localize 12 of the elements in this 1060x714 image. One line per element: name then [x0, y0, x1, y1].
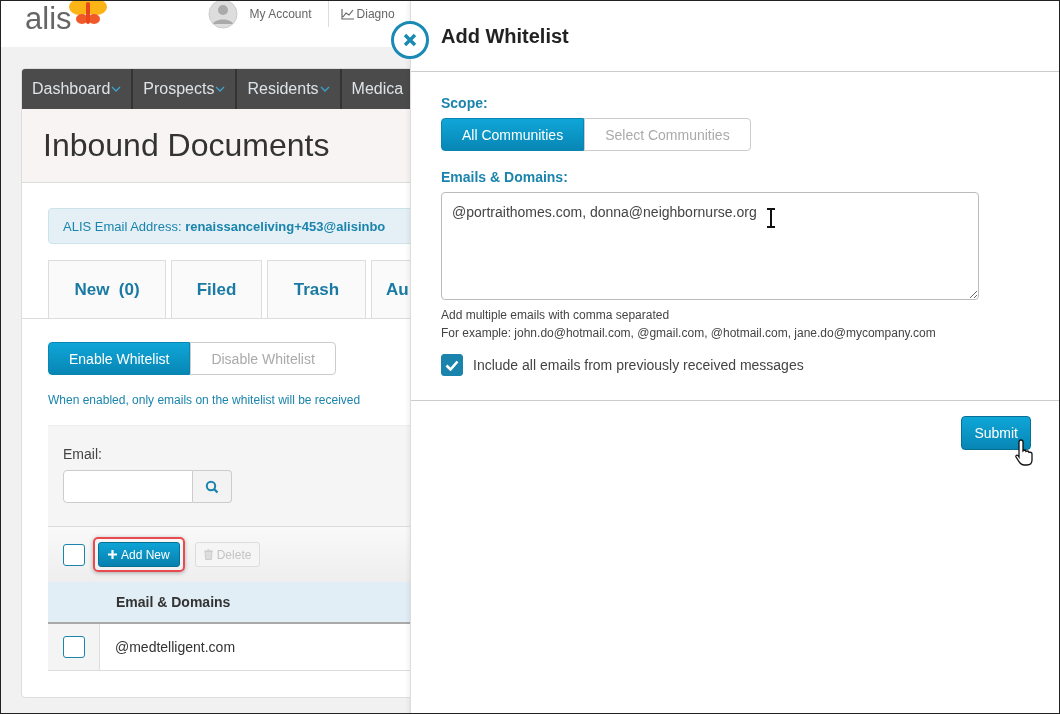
email-address-text: ALIS Email Address: renaissanceliving+453@alisinbo [63, 218, 386, 234]
table-cell: @medtelligent.com [115, 639, 236, 655]
whitelist-note: When enabled, only emails on the whitelist will be received [48, 393, 362, 407]
hint-text: Add multiple emails with comma separated [441, 308, 671, 322]
hint-text: For example: john.do@hotmail.com, @gmail.com, @hotmail.com, jane.do@mycompany.com [441, 326, 937, 340]
scope-label: Scope: [441, 95, 489, 111]
include-label: Include all emails from previously received messages [473, 357, 804, 373]
emails-label: Emails & Domains: [441, 169, 569, 185]
column-header: Email & Domains [116, 594, 231, 610]
drawer-title: Add Whitelist [441, 24, 569, 48]
page-title: Inbound Documents [43, 127, 330, 164]
email-label: Email: [63, 446, 103, 462]
